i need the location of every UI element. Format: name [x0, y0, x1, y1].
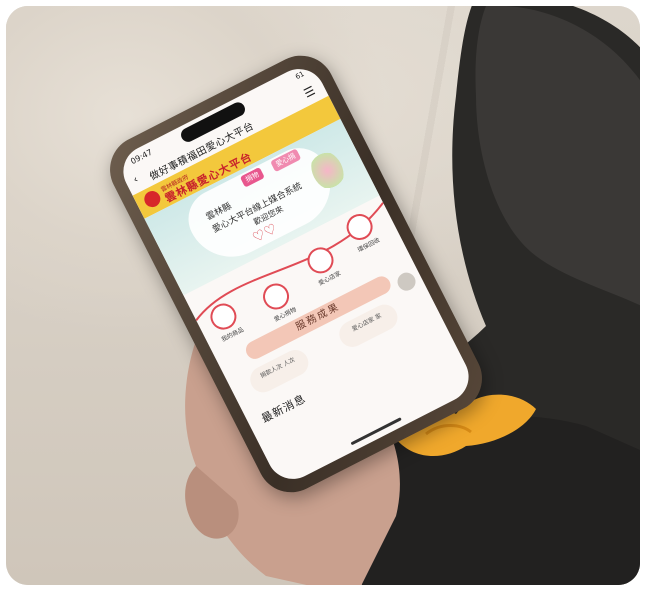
feature-my-items[interactable]: 我的商品 [200, 296, 252, 347]
back-icon[interactable]: ‹ [132, 174, 141, 186]
feature-stores[interactable]: 愛心店家 [297, 240, 349, 291]
floating-action-button[interactable] [394, 269, 419, 294]
battery-indicator: 61 [294, 70, 306, 82]
hamburger-menu-icon[interactable]: ☰ [302, 83, 318, 100]
brand-logo-icon [141, 188, 164, 210]
photo-frame: 09:47 61 ‹ 做好事積福田愛心大平台 ☰ 雲林縣政府 雲林縣愛心大平台 … [6, 6, 640, 585]
news-heading: 最新消息 [259, 392, 309, 426]
